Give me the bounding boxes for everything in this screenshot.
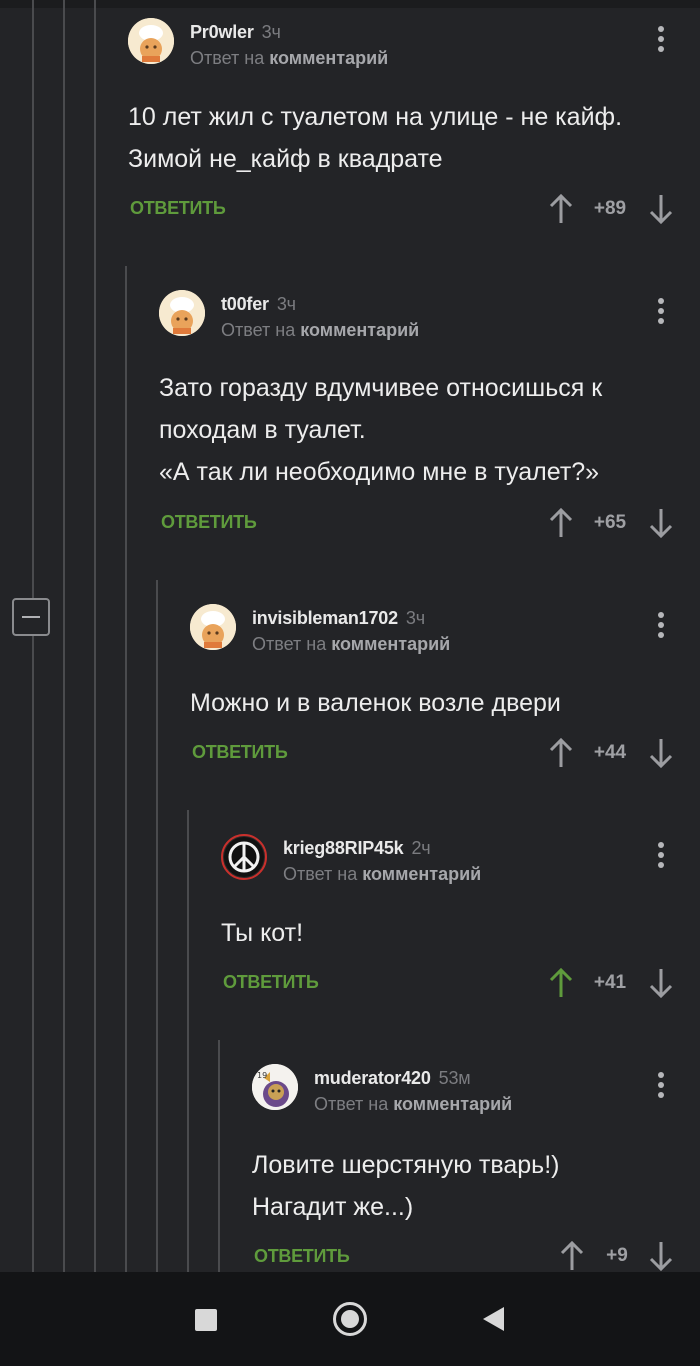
svg-text:19: 19 [257, 1071, 267, 1080]
username[interactable]: invisibleman1702 3ч [252, 608, 425, 629]
thread-line [63, 0, 65, 1272]
thread-line [32, 0, 34, 1272]
user-avatar[interactable] [159, 290, 205, 336]
more-menu-icon[interactable] [656, 842, 666, 872]
reply-target-link[interactable]: комментарий [362, 864, 481, 884]
reply-to-label: Ответ на комментарий [190, 48, 389, 68]
reply-button[interactable]: ОТВЕТИТЬ [254, 1246, 350, 1267]
vote-score: +44 [593, 742, 627, 763]
reply-button[interactable]: ОТВЕТИТЬ [223, 972, 319, 993]
minus-icon [22, 616, 40, 618]
thread-line [218, 1040, 220, 1272]
comment: 19 muderator420 53м Ответ на комментарий … [252, 1064, 700, 1272]
downvote-arrow-icon[interactable] [647, 967, 675, 999]
comment: krieg88RIP45k 2ч Ответ на комментарий Ты … [221, 834, 700, 1004]
vote-score: +65 [593, 512, 627, 533]
user-avatar[interactable] [221, 834, 267, 880]
upvote-arrow-icon[interactable] [547, 193, 575, 225]
thread-line [94, 0, 96, 1272]
more-menu-icon[interactable] [656, 26, 666, 56]
reply-to-label: Ответ на комментарий [314, 1094, 513, 1114]
comment: t00fer 3ч Ответ на комментарий Зато гораз… [159, 290, 700, 540]
comment-text: Зато горазду вдумчивее относишься к похо… [159, 374, 603, 486]
recent-apps-icon[interactable] [195, 1309, 217, 1331]
comment-text: Ты кот! [221, 919, 304, 947]
user-avatar[interactable] [128, 18, 174, 64]
username[interactable]: Pr0wler 3ч [190, 22, 281, 43]
upvote-arrow-icon[interactable] [547, 507, 575, 539]
comment-text: 10 лет жил с туалетом на улице - не кайф… [128, 103, 623, 173]
downvote-arrow-icon[interactable] [647, 1240, 675, 1272]
reply-to-label: Ответ на комментарий [283, 864, 482, 884]
upvote-arrow-icon[interactable] [547, 737, 575, 769]
comment: invisibleman1702 3ч Ответ на комментарий … [190, 604, 700, 774]
vote-score: +41 [593, 972, 627, 993]
system-navigation-bar [0, 1272, 700, 1366]
timestamp: 3ч [276, 294, 296, 314]
upvote-arrow-icon[interactable] [547, 967, 575, 999]
more-menu-icon[interactable] [656, 1072, 666, 1102]
timestamp: 53м [438, 1068, 471, 1088]
upvote-arrow-icon[interactable] [558, 1240, 586, 1272]
reply-to-label: Ответ на комментарий [221, 320, 420, 340]
timestamp: 3ч [261, 22, 281, 42]
timestamp: 2ч [411, 838, 431, 858]
reply-button[interactable]: ОТВЕТИТЬ [161, 512, 257, 533]
user-avatar[interactable] [190, 604, 236, 650]
reply-target-link[interactable]: комментарий [300, 320, 419, 340]
username[interactable]: krieg88RIP45k 2ч [283, 838, 431, 859]
downvote-arrow-icon[interactable] [647, 737, 675, 769]
more-menu-icon[interactable] [656, 612, 666, 642]
thread-line [156, 580, 158, 1272]
more-menu-icon[interactable] [656, 298, 666, 328]
reply-button[interactable]: ОТВЕТИТЬ [192, 742, 288, 763]
downvote-arrow-icon[interactable] [647, 193, 675, 225]
reply-button[interactable]: ОТВЕТИТЬ [130, 198, 226, 219]
comment: Pr0wler 3ч Ответ на комментарий 10 лет жи… [128, 18, 700, 228]
vote-score: +9 [606, 1245, 628, 1266]
home-icon[interactable] [333, 1302, 367, 1336]
reply-target-link[interactable]: комментарий [269, 48, 388, 68]
comment-text: Ловите шерстяную тварь!) Нагадит же...) [252, 1151, 560, 1221]
username[interactable]: muderator420 53м [314, 1068, 471, 1089]
thread-line [125, 266, 127, 1272]
reply-target-link[interactable]: комментарий [331, 634, 450, 654]
vote-score: +89 [593, 198, 627, 219]
downvote-arrow-icon[interactable] [647, 507, 675, 539]
collapse-thread-button[interactable] [12, 598, 50, 636]
back-icon[interactable] [483, 1307, 504, 1331]
comment-text: Можно и в валенок возле двери [190, 689, 561, 717]
timestamp: 3ч [405, 608, 425, 628]
username[interactable]: t00fer 3ч [221, 294, 296, 315]
top-edge [0, 0, 700, 8]
reply-to-label: Ответ на комментарий [252, 634, 451, 654]
thread-line [187, 810, 189, 1272]
reply-target-link[interactable]: комментарий [393, 1094, 512, 1114]
user-avatar[interactable]: 19 [252, 1064, 298, 1110]
